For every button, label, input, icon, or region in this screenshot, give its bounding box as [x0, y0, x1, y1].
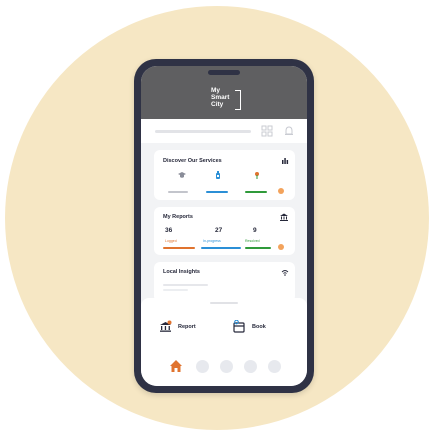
reports-title: My Reports	[163, 214, 193, 220]
nav-dot-4[interactable]	[268, 360, 281, 373]
bottom-action-sheet: Report Book	[141, 298, 307, 386]
reports-resolved-count: 9	[253, 227, 257, 234]
services-badge	[278, 188, 284, 194]
graduation-cap-icon[interactable]	[178, 171, 186, 179]
services-title: Discover Our Services	[163, 158, 222, 164]
report-icon	[160, 320, 172, 332]
bell-icon[interactable]	[283, 125, 295, 137]
sheet-handle[interactable]	[210, 302, 238, 304]
grid-icon[interactable]	[261, 125, 273, 137]
reports-inprogress-label: In-progress	[203, 239, 221, 243]
nav-dot-3[interactable]	[244, 360, 257, 373]
phone-notch	[208, 70, 240, 75]
reports-badge	[278, 244, 284, 250]
app-header: My Smart City	[141, 66, 307, 119]
municipal-building-icon	[280, 213, 288, 221]
reports-underline-3	[245, 247, 271, 249]
insights-line-1	[163, 284, 208, 286]
phone-screen: My Smart City Discover Our Services My R…	[141, 66, 307, 386]
bottle-icon[interactable]	[214, 171, 222, 179]
reports-card[interactable]: My Reports 36 27 9 Logged In-progress Re…	[154, 207, 295, 255]
services-underline-2	[206, 191, 228, 193]
insights-line-2	[163, 289, 188, 291]
insights-title: Local Insights	[163, 269, 200, 275]
wifi-icon	[281, 270, 289, 276]
services-underline-1	[168, 191, 188, 193]
services-menu-icon[interactable]	[281, 157, 289, 165]
book-icon	[233, 320, 245, 333]
book-action-button[interactable]: Book	[232, 320, 266, 333]
reports-underline-2	[201, 247, 241, 249]
logo-line-3: City	[211, 101, 224, 108]
logo-line-2: Smart	[211, 94, 230, 101]
reports-inprogress-count: 27	[215, 227, 223, 234]
home-icon[interactable]	[169, 359, 183, 373]
search-bar[interactable]	[155, 130, 251, 133]
phone-frame: My Smart City Discover Our Services My R…	[134, 59, 314, 393]
logo-line-1: My	[211, 87, 221, 94]
nav-dot-1[interactable]	[196, 360, 209, 373]
top-bar	[141, 119, 307, 143]
reports-underline-1	[163, 247, 195, 249]
services-card[interactable]: Discover Our Services	[154, 150, 295, 200]
reports-resolved-label: Resolved	[245, 239, 260, 243]
services-underline-3	[245, 191, 267, 193]
report-label: Report	[178, 323, 196, 330]
reports-logged-label: Logged	[165, 239, 177, 243]
reports-logged-count: 36	[165, 227, 173, 234]
report-action-button[interactable]: Report	[159, 320, 196, 333]
tree-icon[interactable]	[253, 171, 261, 179]
book-label: Book	[252, 323, 266, 330]
insights-card[interactable]: Local Insights	[154, 262, 295, 302]
logo-bracket	[235, 90, 241, 110]
app-logo: My Smart City	[211, 87, 229, 108]
nav-dot-2[interactable]	[220, 360, 233, 373]
